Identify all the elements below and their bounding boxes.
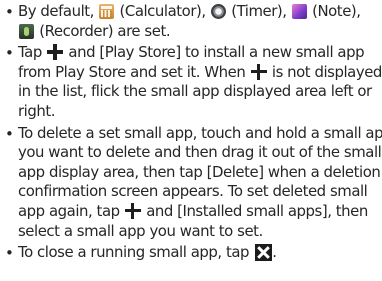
bullet: • xyxy=(5,244,14,263)
note-icon xyxy=(291,4,307,19)
bullet: • xyxy=(5,44,14,63)
text-segment: from Play Store and set it. When xyxy=(18,62,250,81)
text-line: app again, tap and [Installed small apps… xyxy=(18,202,382,222)
text-line: select a small app you want to set. xyxy=(18,221,263,240)
help-text-page: • By default, (Calculator), (Timer), (No… xyxy=(0,0,382,281)
text-line: To delete a set small app, touch and hol… xyxy=(18,123,382,142)
text-line: Tap and [Play Store] to install a new sm… xyxy=(18,43,382,63)
timer-icon xyxy=(210,4,226,19)
plus-icon xyxy=(124,202,141,219)
text-segment: and [Installed small apps], then xyxy=(141,201,368,220)
list-item: • Tap and [Play Store] to install a new … xyxy=(0,43,382,121)
text-segment: By default, xyxy=(18,2,99,20)
bullet: • xyxy=(5,3,14,21)
text-segment: and [Play Store] to install a new small … xyxy=(64,43,365,62)
text-line: app display area, then tap [Delete] when… xyxy=(18,162,381,181)
text-line: from Play Store and set it. When is not … xyxy=(18,63,382,83)
bullet: • xyxy=(5,124,14,143)
plus-icon xyxy=(250,63,267,80)
text-segment: (Timer), xyxy=(226,2,291,20)
text-line: confirmation screen appears. To set dele… xyxy=(18,182,368,201)
close-icon xyxy=(255,244,273,262)
text-segment: app again, tap xyxy=(18,201,124,220)
text-line: right. xyxy=(18,101,56,120)
text-line: To close a running small app, tap . xyxy=(18,243,382,263)
notes-list: • By default, (Calculator), (Timer), (No… xyxy=(0,0,382,263)
text-segment: (Calculator), xyxy=(115,2,210,20)
calculator-icon xyxy=(99,4,115,19)
text-segment: . xyxy=(272,243,277,262)
list-item: • To close a running small app, tap . xyxy=(0,243,382,263)
text-line: By default, (Calculator), (Timer), (Note… xyxy=(18,2,382,22)
recorder-icon xyxy=(19,23,34,39)
text-segment: (Recorder) are set. xyxy=(35,21,171,40)
text-line: (Recorder) are set. xyxy=(18,22,382,42)
list-item: • By default, (Calculator), (Timer), (No… xyxy=(0,2,382,41)
plus-icon xyxy=(47,44,64,61)
text-line: you want to delete and then drag it out … xyxy=(18,143,382,162)
text-segment: (Note), xyxy=(307,2,361,20)
text-segment: is not displayed xyxy=(267,62,382,81)
text-line: in the list, flick the small app display… xyxy=(18,82,372,101)
text-segment: To close a running small app, tap xyxy=(18,243,254,262)
text-segment: Tap xyxy=(18,43,47,62)
list-item: • To delete a set small app, touch and h… xyxy=(0,124,382,242)
